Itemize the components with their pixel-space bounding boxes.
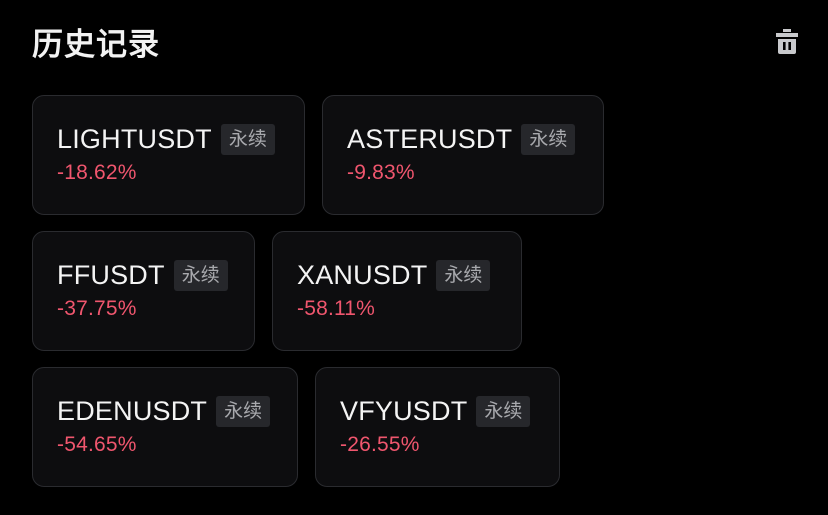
history-item-vfyusdt[interactable]: VFYUSDT 永续 -26.55%	[315, 367, 560, 487]
symbol-label: EDENUSDT	[57, 396, 208, 426]
history-header: 历史记录	[32, 18, 804, 64]
symbol-label: LIGHTUSDT	[57, 124, 212, 154]
change-percent: -9.83%	[347, 161, 415, 184]
perpetual-tag: 永续	[521, 124, 576, 155]
perpetual-tag: 永续	[436, 260, 491, 291]
history-item-xanusdt[interactable]: XANUSDT 永续 -58.11%	[272, 231, 522, 351]
perpetual-tag: 永续	[220, 124, 275, 155]
symbol-label: FFUSDT	[57, 260, 165, 290]
perpetual-tag: 永续	[216, 396, 271, 427]
symbol-label: ASTERUSDT	[347, 124, 513, 154]
history-item-asterusdt[interactable]: ASTERUSDT 永续 -9.83%	[322, 95, 604, 215]
perpetual-tag: 永续	[173, 260, 228, 291]
trash-icon	[776, 29, 798, 54]
history-item-lightusdt[interactable]: LIGHTUSDT 永续 -18.62%	[32, 95, 305, 215]
symbol-label: XANUSDT	[297, 260, 428, 290]
clear-history-button[interactable]	[772, 26, 802, 56]
change-percent: -58.11%	[297, 297, 376, 320]
history-item-ffusdt[interactable]: FFUSDT 永续 -37.75%	[32, 231, 255, 351]
change-percent: -37.75%	[57, 297, 137, 320]
history-row-2: FFUSDT 永续 -37.75% XANUSDT 永续 -58.11%	[32, 231, 522, 351]
perpetual-tag: 永续	[476, 396, 531, 427]
change-percent: -54.65%	[57, 433, 137, 456]
change-percent: -18.62%	[57, 161, 137, 184]
history-item-edenusdt[interactable]: EDENUSDT 永续 -54.65%	[32, 367, 298, 487]
history-row-3: EDENUSDT 永续 -54.65% VFYUSDT 永续 -26.55%	[32, 367, 560, 487]
change-percent: -26.55%	[340, 433, 420, 456]
page-title: 历史记录	[32, 26, 160, 63]
history-row-1: LIGHTUSDT 永续 -18.62% ASTERUSDT 永续 -9.83%	[32, 95, 604, 215]
symbol-label: VFYUSDT	[340, 396, 468, 426]
